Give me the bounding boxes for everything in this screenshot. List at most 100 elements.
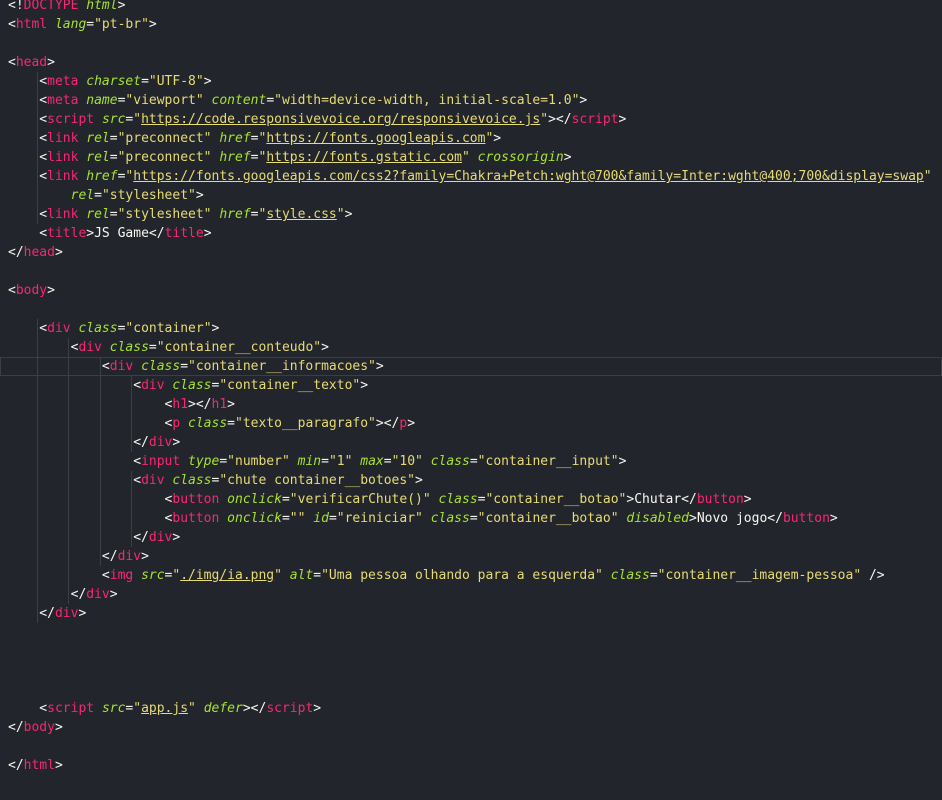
code-line[interactable] bbox=[0, 623, 942, 642]
code-token: html bbox=[23, 758, 55, 773]
code-token: > bbox=[141, 549, 149, 564]
code-token: = bbox=[227, 416, 235, 431]
code-token: "container__input" bbox=[477, 454, 619, 469]
code-line[interactable]: <h1></h1> bbox=[0, 395, 942, 414]
code-token: href bbox=[219, 150, 251, 165]
code-line[interactable] bbox=[0, 642, 942, 661]
code-token: link bbox=[47, 150, 79, 165]
code-token: < bbox=[8, 93, 48, 108]
code-token: src bbox=[141, 568, 165, 583]
code-line[interactable]: <div class="chute container__botoes"> bbox=[0, 471, 942, 490]
code-token: </ bbox=[8, 720, 24, 735]
code-token: < bbox=[8, 340, 79, 355]
code-line[interactable] bbox=[0, 680, 942, 699]
code-line[interactable]: <link href="https://fonts.googleapis.com… bbox=[0, 167, 942, 186]
code-token: > bbox=[344, 207, 353, 222]
code-line[interactable]: <title>JS Game</title> bbox=[0, 224, 942, 243]
code-token: = bbox=[313, 568, 322, 583]
code-line[interactable]: <div class="container__texto"> bbox=[0, 376, 942, 395]
code-line[interactable]: <link rel="preconnect" href="https://fon… bbox=[0, 129, 942, 148]
code-line[interactable]: <head> bbox=[0, 53, 942, 72]
code-token: "UTF-8" bbox=[148, 74, 204, 89]
code-token: charset bbox=[86, 74, 142, 89]
code-token: > bbox=[211, 321, 220, 336]
code-token: = bbox=[469, 454, 478, 469]
code-token: defer bbox=[203, 701, 243, 716]
code-token: </ bbox=[8, 758, 24, 773]
code-line[interactable] bbox=[0, 34, 942, 53]
code-line[interactable]: <meta name="viewport" content="width=dev… bbox=[0, 91, 942, 110]
code-line[interactable]: </body> bbox=[0, 718, 942, 737]
code-line[interactable] bbox=[0, 737, 942, 756]
code-line[interactable]: <script src="https://code.responsivevoic… bbox=[0, 110, 942, 129]
code-line[interactable]: </div> bbox=[0, 528, 942, 547]
code-token: onclick bbox=[227, 492, 282, 507]
code-token: "container__texto" bbox=[219, 378, 361, 393]
code-token: > bbox=[172, 530, 181, 545]
code-token: > bbox=[227, 397, 235, 412]
code-token: html bbox=[15, 17, 48, 32]
code-token: title bbox=[47, 226, 87, 241]
code-token: "number" bbox=[227, 454, 290, 469]
code-token: > bbox=[493, 131, 502, 146]
code-line[interactable]: <link rel="stylesheet" href="style.css"> bbox=[0, 205, 942, 224]
code-token: > bbox=[579, 93, 588, 108]
code-token: /> bbox=[861, 568, 885, 583]
code-token: class bbox=[141, 359, 181, 374]
code-token: = bbox=[94, 188, 102, 203]
code-line[interactable]: </div> bbox=[0, 604, 942, 623]
code-line[interactable]: <html lang="pt-br"> bbox=[0, 15, 942, 34]
code-token: title bbox=[164, 226, 204, 241]
code-line[interactable]: <div class="container__conteudo"> bbox=[0, 338, 942, 357]
code-token: > bbox=[47, 55, 55, 70]
code-line[interactable] bbox=[0, 262, 942, 281]
code-line[interactable]: <input type="number" min="1" max="10" cl… bbox=[0, 452, 942, 471]
code-token: "stylesheet" bbox=[101, 188, 196, 203]
code-line[interactable] bbox=[0, 300, 942, 319]
code-token: "width=device-width, initial-scale=1.0" bbox=[274, 93, 580, 108]
code-line[interactable]: <button onclick="" id="reiniciar" class=… bbox=[0, 509, 942, 528]
code-line[interactable] bbox=[0, 661, 942, 680]
code-token: class bbox=[438, 492, 478, 507]
code-token: " bbox=[188, 701, 196, 716]
code-line[interactable]: </div> bbox=[0, 585, 942, 604]
code-line[interactable]: <div class="container"> bbox=[0, 319, 942, 338]
code-line[interactable]: <body> bbox=[0, 281, 942, 300]
code-line[interactable]: <!DOCTYPE html> bbox=[0, 0, 942, 15]
code-token: alt bbox=[289, 568, 314, 583]
code-token: " bbox=[133, 112, 142, 127]
code-token: button bbox=[172, 492, 220, 507]
code-token: "container__informacoes" bbox=[188, 359, 376, 374]
code-token: > bbox=[86, 226, 95, 241]
code-line[interactable]: <script src="app.js" defer></script> bbox=[0, 699, 942, 718]
code-line[interactable]: <img src="./img/ia.png" alt="Uma pessoa … bbox=[0, 566, 942, 585]
code-line[interactable]: <link rel="preconnect" href="https://fon… bbox=[0, 148, 942, 167]
code-line[interactable]: <div class="container__informacoes"> bbox=[0, 357, 942, 376]
code-line[interactable]: <button onclick="verificarChute()" class… bbox=[0, 490, 942, 509]
code-token: > bbox=[54, 245, 63, 260]
code-token: </ bbox=[767, 511, 783, 526]
code-token: body bbox=[23, 720, 55, 735]
code-token: href bbox=[219, 207, 251, 222]
code-line[interactable]: </head> bbox=[0, 243, 942, 262]
code-line[interactable]: rel="stylesheet"> bbox=[0, 186, 942, 205]
code-token: = bbox=[328, 511, 337, 526]
code-line[interactable]: </div> bbox=[0, 433, 942, 452]
code-token: < bbox=[8, 74, 48, 89]
code-token: < bbox=[8, 150, 48, 165]
code-line[interactable]: <meta charset="UTF-8"> bbox=[0, 72, 942, 91]
code-token: href bbox=[86, 169, 118, 184]
code-line[interactable]: </div> bbox=[0, 547, 942, 566]
code-token: > bbox=[360, 378, 369, 393]
code-token: meta bbox=[47, 74, 79, 89]
code-token: > bbox=[54, 758, 63, 773]
code-token: < bbox=[8, 416, 173, 431]
code-token: = bbox=[219, 454, 228, 469]
code-token: body bbox=[15, 283, 48, 298]
code-line[interactable]: </html> bbox=[0, 756, 942, 775]
code-editor[interactable]: <!DOCTYPE html> <html lang="pt-br"> <head>… bbox=[0, 0, 942, 800]
code-line[interactable]: <p class="texto__paragrafo"></p> bbox=[0, 414, 942, 433]
